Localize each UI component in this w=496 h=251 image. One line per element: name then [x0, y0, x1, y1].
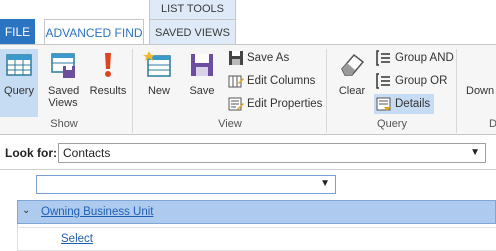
tab-advanced-find[interactable]: ADVANCED FIND	[44, 19, 144, 45]
query-button[interactable]: Query	[0, 49, 38, 117]
group-separator	[132, 49, 133, 133]
results-label: Results	[89, 85, 127, 97]
saved-views-label: Saved Views	[48, 85, 80, 109]
group-separator	[456, 49, 457, 133]
ribbon: Query Saved Views Results Show New Save …	[0, 44, 496, 135]
look-for-value: Contacts	[63, 146, 111, 160]
group-and-label: Group AND	[395, 52, 454, 64]
dropdown-arrow-icon: ▼	[320, 178, 330, 189]
select-link[interactable]: Select	[61, 233, 93, 245]
view-group-label: View	[218, 118, 242, 130]
floppy-disk-icon	[191, 54, 213, 76]
tab-file[interactable]: FILE	[0, 19, 35, 45]
save-as-button[interactable]: Save As	[228, 48, 289, 68]
edit-columns-button[interactable]: Edit Columns	[228, 71, 315, 91]
save-as-icon	[229, 50, 243, 65]
query-label: Query	[4, 85, 34, 97]
group-or-label: Group OR	[395, 75, 448, 87]
group-and-icon	[376, 50, 390, 66]
ribbon-tab-bar: FILE ADVANCED FIND LIST TOOLS SAVED VIEW…	[0, 0, 496, 45]
edit-columns-label: Edit Columns	[247, 75, 316, 87]
group-or-button[interactable]: Group OR	[376, 71, 447, 91]
partial-group-label: D	[489, 118, 496, 130]
clear-label: Clear	[338, 85, 366, 97]
query-group-label: Query	[377, 118, 407, 130]
download-label: Down	[466, 85, 495, 97]
save-as-label: Save As	[247, 52, 290, 64]
eraser-icon	[341, 53, 365, 76]
clear-button[interactable]: Clear	[334, 49, 370, 117]
tab-saved-views[interactable]: SAVED VIEWS	[150, 19, 235, 45]
saved-views-icon	[51, 53, 75, 78]
query-grid-icon	[6, 54, 32, 76]
group-separator	[326, 49, 327, 133]
download-button[interactable]: Down	[466, 49, 496, 117]
context-group-title: LIST TOOLS	[161, 3, 224, 15]
details-label: Details	[395, 98, 431, 110]
show-group-label: Show	[50, 118, 78, 130]
group-or-icon	[376, 73, 390, 89]
details-button[interactable]: Details	[374, 94, 435, 114]
details-icon	[376, 97, 391, 111]
new-label: New	[147, 85, 170, 97]
chevron-down-icon[interactable]: ⌄	[22, 205, 30, 216]
look-for-label: Look for:	[5, 146, 57, 160]
edit-properties-icon	[228, 97, 244, 111]
look-for-select[interactable]: Contacts ▼	[58, 143, 486, 163]
save-button[interactable]: Save	[184, 49, 220, 117]
new-button[interactable]: New	[140, 49, 178, 117]
criteria-field-select[interactable]: ▼	[36, 175, 336, 194]
divider	[0, 169, 496, 170]
new-view-icon	[143, 51, 171, 77]
save-label: Save	[189, 85, 215, 97]
edit-properties-button[interactable]: Edit Properties	[228, 94, 322, 114]
results-button[interactable]: Results	[88, 49, 128, 117]
owning-business-unit-link[interactable]: Owning Business Unit	[41, 206, 154, 218]
related-entity-row[interactable]: ⌄ Owning Business Unit	[17, 200, 496, 224]
criteria-row: Select	[17, 227, 496, 251]
list-tools-context-group: LIST TOOLS SAVED VIEWS	[149, 0, 236, 45]
edit-columns-icon	[228, 75, 244, 88]
edit-properties-label: Edit Properties	[247, 98, 323, 110]
dropdown-arrow-icon: ▼	[470, 147, 480, 158]
saved-views-button[interactable]: Saved Views	[42, 49, 84, 117]
exclamation-icon	[105, 53, 111, 77]
group-and-button[interactable]: Group AND	[376, 48, 454, 68]
download-icon	[466, 49, 496, 85]
